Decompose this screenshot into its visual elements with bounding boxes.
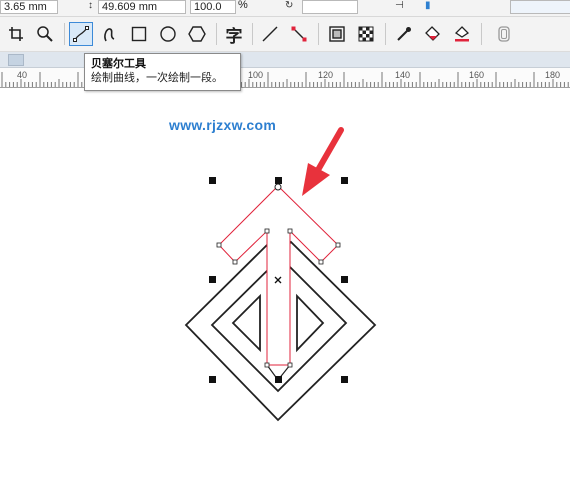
drawing-canvas[interactable]: [0, 88, 570, 491]
bezier-icon: [73, 26, 89, 42]
outline-width-field[interactable]: [510, 0, 570, 14]
align-icon[interactable]: ▮: [425, 0, 431, 11]
scale-field[interactable]: 100.0: [190, 0, 236, 14]
toolbar-separator: [385, 23, 386, 45]
document-tab[interactable]: [8, 54, 24, 66]
rectangle-tool[interactable]: [127, 22, 151, 46]
crop-icon: [9, 27, 23, 41]
polygon-icon: [188, 26, 206, 42]
inner-right-triangle[interactable]: [296, 293, 325, 353]
eyedropper-icon: [397, 27, 411, 41]
scale-unit: %: [238, 0, 248, 11]
toolbar-separator: [318, 23, 319, 45]
y-position-field[interactable]: 49.609 mm: [98, 0, 186, 14]
zoom-icon: [37, 26, 53, 42]
property-bar: 3.65 mm ↕ 49.609 mm 100.0 % ↻ ⊣ ▮: [0, 0, 570, 17]
transparency-tool[interactable]: [354, 22, 378, 46]
toolbar-separator: [64, 23, 65, 45]
parallel-dimension-tool[interactable]: [258, 22, 282, 46]
connector-icon: [291, 26, 307, 42]
ellipse-tool[interactable]: [156, 22, 180, 46]
toolbox: 字: [0, 17, 570, 52]
zoom-tool[interactable]: [33, 22, 57, 46]
artistic-media-tool[interactable]: [98, 22, 122, 46]
phone-icon: [498, 26, 510, 42]
start-node[interactable]: [274, 183, 282, 191]
bezier-tool[interactable]: [69, 22, 93, 46]
rotate-icon[interactable]: ↻: [285, 0, 293, 11]
ruler-label-180: 180: [545, 70, 561, 80]
mirror-icon[interactable]: ⊣: [395, 0, 404, 11]
smart-fill-tool[interactable]: [450, 22, 474, 46]
ruler-label-40: 40: [17, 70, 28, 80]
toolbar-separator: [252, 23, 253, 45]
x-position-field[interactable]: 3.65 mm: [0, 0, 58, 14]
inner-left-triangle[interactable]: [231, 293, 261, 353]
ruler-label-120: 120: [318, 70, 334, 80]
toolbar-separator: [481, 23, 482, 45]
bezier-tooltip: 贝塞尔工具 绘制曲线，一次绘制一段。: [84, 53, 241, 91]
dimension-icon: [262, 26, 278, 42]
fill-icon: [425, 26, 440, 41]
rotation-field[interactable]: [302, 0, 358, 14]
ruler-label-140: 140: [395, 70, 411, 80]
tooltip-title: 贝塞尔工具: [91, 58, 146, 70]
polygon-tool[interactable]: [185, 22, 209, 46]
transparency-icon: [358, 26, 374, 42]
rectangle-icon: [131, 26, 147, 42]
eyedropper-tool[interactable]: [392, 22, 416, 46]
smart-fill-icon: [454, 26, 470, 42]
crop-tool[interactable]: [4, 22, 28, 46]
drop-shadow-tool[interactable]: [325, 22, 349, 46]
shadow-icon: [329, 26, 345, 42]
toolbar-separator: [216, 23, 217, 45]
interactive-fill-tool[interactable]: [421, 22, 445, 46]
ruler-label-160: 160: [469, 70, 485, 80]
red-pointer-arrow-icon: [302, 127, 344, 196]
extra-tool[interactable]: [492, 22, 516, 46]
ellipse-icon: [160, 26, 176, 42]
text-tool[interactable]: 字: [222, 22, 246, 46]
watermark-text: www.rjzxw.com: [169, 117, 277, 133]
connector-tool[interactable]: [287, 22, 311, 46]
ruler-label-100: 100: [248, 70, 264, 80]
artistic-media-icon: [104, 28, 115, 42]
tooltip-description: 绘制曲线，一次绘制一段。: [91, 72, 223, 84]
height-icon: ↕: [88, 0, 93, 11]
